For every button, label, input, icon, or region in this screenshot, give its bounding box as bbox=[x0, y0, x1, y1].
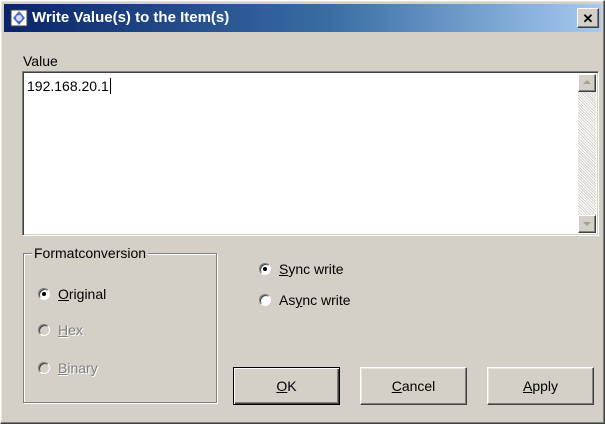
write-value-dialog: Write Value(s) to the Item(s) ✕ Value 19… bbox=[0, 0, 605, 424]
radio-original-label: Original bbox=[58, 286, 107, 302]
radio-original-indicator bbox=[38, 288, 50, 300]
radio-async-indicator bbox=[259, 294, 271, 306]
value-label: Value bbox=[23, 53, 58, 69]
close-button[interactable]: ✕ bbox=[577, 8, 599, 28]
app-icon bbox=[10, 9, 28, 27]
window-title: Write Value(s) to the Item(s) bbox=[32, 9, 230, 26]
radio-binary-label: Binary bbox=[58, 360, 98, 376]
radio-selected-dot bbox=[42, 292, 46, 296]
format-conversion-group: Formatconversion Original Hex Binary bbox=[23, 245, 217, 403]
radio-sync-indicator bbox=[259, 263, 271, 275]
ok-button[interactable]: OK bbox=[233, 367, 340, 405]
scroll-down-button[interactable] bbox=[578, 215, 596, 233]
radio-sync-label: Sync write bbox=[279, 261, 344, 277]
radio-binary-indicator bbox=[38, 362, 50, 374]
close-icon: ✕ bbox=[582, 11, 594, 26]
value-textarea[interactable]: 192.168.20.1 bbox=[22, 71, 599, 236]
title-bar[interactable]: Write Value(s) to the Item(s) ✕ bbox=[4, 4, 601, 32]
cancel-button[interactable]: Cancel bbox=[360, 367, 467, 405]
arrow-up-icon bbox=[583, 80, 591, 84]
radio-hex-label: Hex bbox=[58, 322, 83, 338]
radio-selected-dot bbox=[263, 267, 267, 271]
radio-async-label: Async write bbox=[279, 292, 351, 308]
scroll-up-button[interactable] bbox=[578, 74, 596, 92]
arrow-down-icon bbox=[583, 222, 591, 226]
value-text: 192.168.20.1 bbox=[27, 78, 111, 94]
radio-hex-indicator bbox=[38, 324, 50, 336]
apply-button[interactable]: Apply bbox=[487, 367, 594, 405]
text-caret bbox=[109, 78, 111, 94]
vertical-scrollbar[interactable] bbox=[578, 74, 596, 233]
group-legend: Formatconversion bbox=[32, 245, 149, 261]
